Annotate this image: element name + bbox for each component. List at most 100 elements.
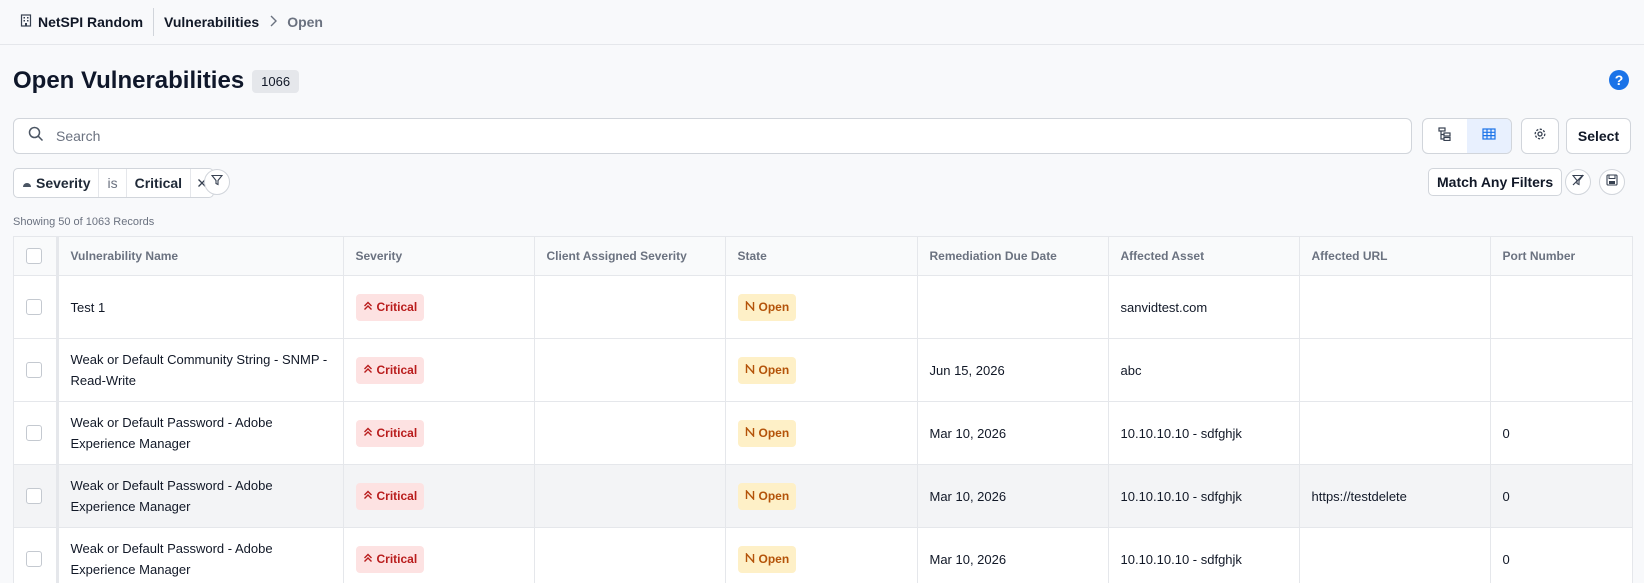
port-cell: [1490, 276, 1633, 339]
due-date-cell: Mar 10, 2026: [917, 402, 1108, 465]
severity-badge: Critical: [356, 357, 425, 384]
row-checkbox[interactable]: [26, 362, 42, 378]
vuln-name-cell[interactable]: Weak or Default Password - Adobe Experie…: [57, 528, 343, 583]
records-count-text: Showing 50 of 1063 Records: [13, 216, 154, 228]
severity-filter-chip[interactable]: Severity is Critical: [13, 168, 214, 198]
severity-cell: Critical: [343, 276, 534, 339]
filter-value[interactable]: Critical: [127, 169, 190, 197]
filter-operator[interactable]: is: [98, 169, 126, 197]
col-header-state[interactable]: State: [725, 237, 917, 276]
table-row[interactable]: Weak or Default Password - Adobe Experie…: [14, 402, 1633, 465]
port-cell: [1490, 339, 1633, 402]
row-checkbox[interactable]: [26, 488, 42, 504]
col-header-name[interactable]: Vulnerability Name: [57, 237, 343, 276]
search-box[interactable]: [13, 118, 1412, 154]
severity-badge: Critical: [356, 483, 425, 510]
table-row[interactable]: Weak or Default Password - Adobe Experie…: [14, 465, 1633, 528]
filter-row: Severity is Critical Match Any Filters: [13, 168, 1631, 198]
url-cell: [1299, 402, 1490, 465]
add-filter-button[interactable]: [204, 169, 230, 195]
view-toggle: [1422, 118, 1512, 154]
client-severity-cell: [534, 528, 725, 583]
search-icon: [28, 126, 44, 147]
open-state-icon: [745, 549, 755, 570]
select-all-checkbox[interactable]: [26, 248, 42, 264]
table-header-row: Vulnerability Name Severity Client Assig…: [14, 237, 1633, 276]
state-badge: Open: [738, 294, 797, 321]
double-chevron-up-icon: [363, 360, 373, 381]
vuln-name-cell[interactable]: Weak or Default Password - Adobe Experie…: [57, 465, 343, 528]
client-severity-cell: [534, 402, 725, 465]
asset-cell: sanvidtest.com: [1108, 276, 1299, 339]
row-select-cell: [14, 402, 57, 465]
severity-cell: Critical: [343, 465, 534, 528]
open-state-icon: [745, 423, 755, 444]
severity-badge: Critical: [356, 294, 425, 321]
row-select-cell: [14, 465, 57, 528]
vuln-name-cell[interactable]: Weak or Default Community String - SNMP …: [57, 339, 343, 402]
state-badge: Open: [738, 357, 797, 384]
vuln-name-cell[interactable]: Test 1: [57, 276, 343, 339]
state-label: Open: [759, 360, 790, 381]
org-switcher[interactable]: NetSPI Random: [20, 8, 154, 36]
state-badge: Open: [738, 546, 797, 573]
settings-button[interactable]: [1521, 118, 1559, 154]
due-date-cell: [917, 276, 1108, 339]
search-row: Select: [13, 118, 1631, 156]
row-checkbox[interactable]: [26, 425, 42, 441]
severity-badge: Critical: [356, 546, 425, 573]
severity-label: Critical: [377, 360, 418, 381]
table-row[interactable]: Weak or Default Password - Adobe Experie…: [14, 528, 1633, 583]
state-cell: Open: [725, 402, 917, 465]
vuln-name-cell[interactable]: Weak or Default Password - Adobe Experie…: [57, 402, 343, 465]
url-cell: [1299, 528, 1490, 583]
match-any-filters-button[interactable]: Match Any Filters: [1428, 168, 1562, 196]
col-header-port[interactable]: Port Number: [1490, 237, 1633, 276]
record-count-badge: 1066: [252, 70, 299, 93]
select-button[interactable]: Select: [1566, 118, 1631, 154]
table-view-button[interactable]: [1467, 119, 1511, 153]
filter-field[interactable]: Severity: [14, 169, 98, 197]
open-state-icon: [745, 486, 755, 507]
row-checkbox[interactable]: [26, 551, 42, 567]
tree-view-button[interactable]: [1423, 119, 1467, 153]
vulnerabilities-table: Vulnerability Name Severity Client Assig…: [13, 236, 1633, 583]
save-icon: [1606, 173, 1618, 191]
asset-cell: 10.10.10.10 - sdfghjk: [1108, 465, 1299, 528]
state-cell: Open: [725, 276, 917, 339]
chevron-right-icon: [269, 14, 277, 30]
port-cell: 0: [1490, 402, 1633, 465]
gear-icon: [1533, 127, 1547, 146]
title-row: Open Vulnerabilities 1066 ?: [13, 64, 1631, 98]
col-header-asset[interactable]: Affected Asset: [1108, 237, 1299, 276]
url-cell: [1299, 276, 1490, 339]
row-select-cell: [14, 276, 57, 339]
clear-filters-button[interactable]: [1565, 169, 1591, 195]
col-header-url[interactable]: Affected URL: [1299, 237, 1490, 276]
severity-cell: Critical: [343, 339, 534, 402]
breadcrumb-vulnerabilities[interactable]: Vulnerabilities: [164, 14, 259, 30]
table-row[interactable]: Weak or Default Community String - SNMP …: [14, 339, 1633, 402]
asset-cell: abc: [1108, 339, 1299, 402]
search-input[interactable]: [54, 127, 1358, 145]
row-checkbox[interactable]: [26, 299, 42, 315]
select-all-cell: [14, 237, 57, 276]
table-row[interactable]: Test 1 Critical Open sanvidtest.com: [14, 276, 1633, 339]
state-label: Open: [759, 423, 790, 444]
port-cell: 0: [1490, 465, 1633, 528]
client-severity-cell: [534, 276, 725, 339]
col-header-client-severity[interactable]: Client Assigned Severity: [534, 237, 725, 276]
save-filters-button[interactable]: [1599, 169, 1625, 195]
help-button[interactable]: ?: [1609, 70, 1629, 90]
funnel-icon: [211, 173, 223, 191]
org-name: NetSPI Random: [38, 14, 143, 30]
building-icon: [20, 14, 32, 30]
state-label: Open: [759, 297, 790, 318]
tree-icon: [1438, 127, 1452, 146]
row-select-cell: [14, 339, 57, 402]
due-date-cell: Jun 15, 2026: [917, 339, 1108, 402]
col-header-due-date[interactable]: Remediation Due Date: [917, 237, 1108, 276]
asset-cell: 10.10.10.10 - sdfghjk: [1108, 402, 1299, 465]
severity-label: Critical: [377, 423, 418, 444]
col-header-severity[interactable]: Severity: [343, 237, 534, 276]
